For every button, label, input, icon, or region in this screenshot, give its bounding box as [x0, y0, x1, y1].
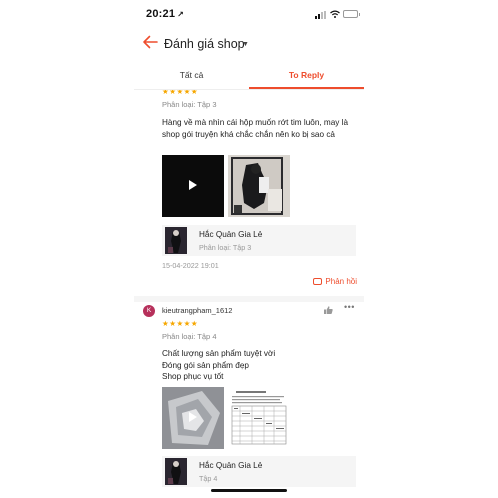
chat-bubble-icon [313, 278, 323, 285]
product-name: Hắc Quản Gia Lẻ [199, 230, 263, 239]
signal-icon [315, 11, 327, 19]
page-title[interactable]: Đánh giá shop [164, 37, 245, 51]
header: Đánh giá shop ▼ [134, 28, 364, 62]
review-date: 15-04-2022 19:01 [162, 261, 219, 270]
status-time: 20:21 ↗ [146, 8, 185, 20]
thumbs-up-icon[interactable] [324, 306, 333, 314]
wifi-icon [330, 10, 340, 18]
location-arrow-icon: ↗ [177, 10, 185, 19]
review-media [162, 387, 302, 449]
review-text: Chất lượng sản phẩm tuyệt vời Đóng gói s… [162, 349, 276, 381]
review-card: ★★★★★ Phân loại: Tập 3 Hàng về mà nhìn c… [134, 90, 364, 293]
product-card[interactable]: Hắc Quản Gia Lẻ Phân loại: Tập 3 [162, 225, 356, 256]
play-icon [189, 180, 197, 190]
review-text: Hàng về mà nhìn cái hộp muốn rớt tim luô… [162, 118, 349, 139]
review-video-thumbnail[interactable] [162, 155, 224, 217]
product-name: Hắc Quản Gia Lẻ [199, 461, 263, 470]
product-variant: Tập 4 [199, 474, 218, 483]
product-variant: Phân loại: Tập 3 [199, 243, 252, 252]
review-media [162, 155, 302, 217]
reply-button[interactable]: Phản hồi [313, 277, 357, 286]
battery-icon [343, 10, 360, 18]
review-variant: Phân loại: Tập 4 [162, 332, 217, 341]
tab-all[interactable]: Tất cả [134, 62, 249, 89]
reply-label: Phản hồi [325, 277, 357, 286]
avatar[interactable]: K [143, 305, 155, 317]
review-variant: Phân loại: Tập 3 [162, 100, 217, 109]
star-rating: ★★★★★ [162, 319, 199, 328]
tab-bar: Tất cả To Reply [134, 62, 364, 90]
review-video-thumbnail[interactable] [162, 387, 224, 449]
review-photo-thumbnail[interactable] [228, 387, 290, 449]
star-rating: ★★★★★ [162, 90, 199, 96]
tab-to-reply[interactable]: To Reply [249, 62, 364, 89]
review-list: ★★★★★ Phân loại: Tập 3 Hàng về mà nhìn c… [134, 90, 364, 498]
reviewer-username: kieutrangpham_1612 [162, 306, 233, 315]
app-screen: 20:21 ↗ Đánh giá shop ▼ Tất cả To Reply ★… [134, 0, 364, 498]
more-options-icon[interactable]: ••• [344, 302, 355, 312]
product-thumbnail [165, 227, 187, 254]
product-thumbnail [165, 458, 187, 485]
back-arrow-icon[interactable] [142, 34, 158, 50]
home-indicator[interactable] [211, 489, 287, 492]
status-bar: 20:21 ↗ [134, 0, 364, 28]
review-photo-thumbnail[interactable] [228, 155, 290, 217]
product-card[interactable]: Hắc Quản Gia Lẻ Tập 4 [162, 456, 356, 487]
dropdown-caret-icon[interactable]: ▼ [242, 41, 249, 48]
review-card: K kieutrangpham_1612 ••• ★★★★★ Phân loại… [134, 302, 364, 498]
